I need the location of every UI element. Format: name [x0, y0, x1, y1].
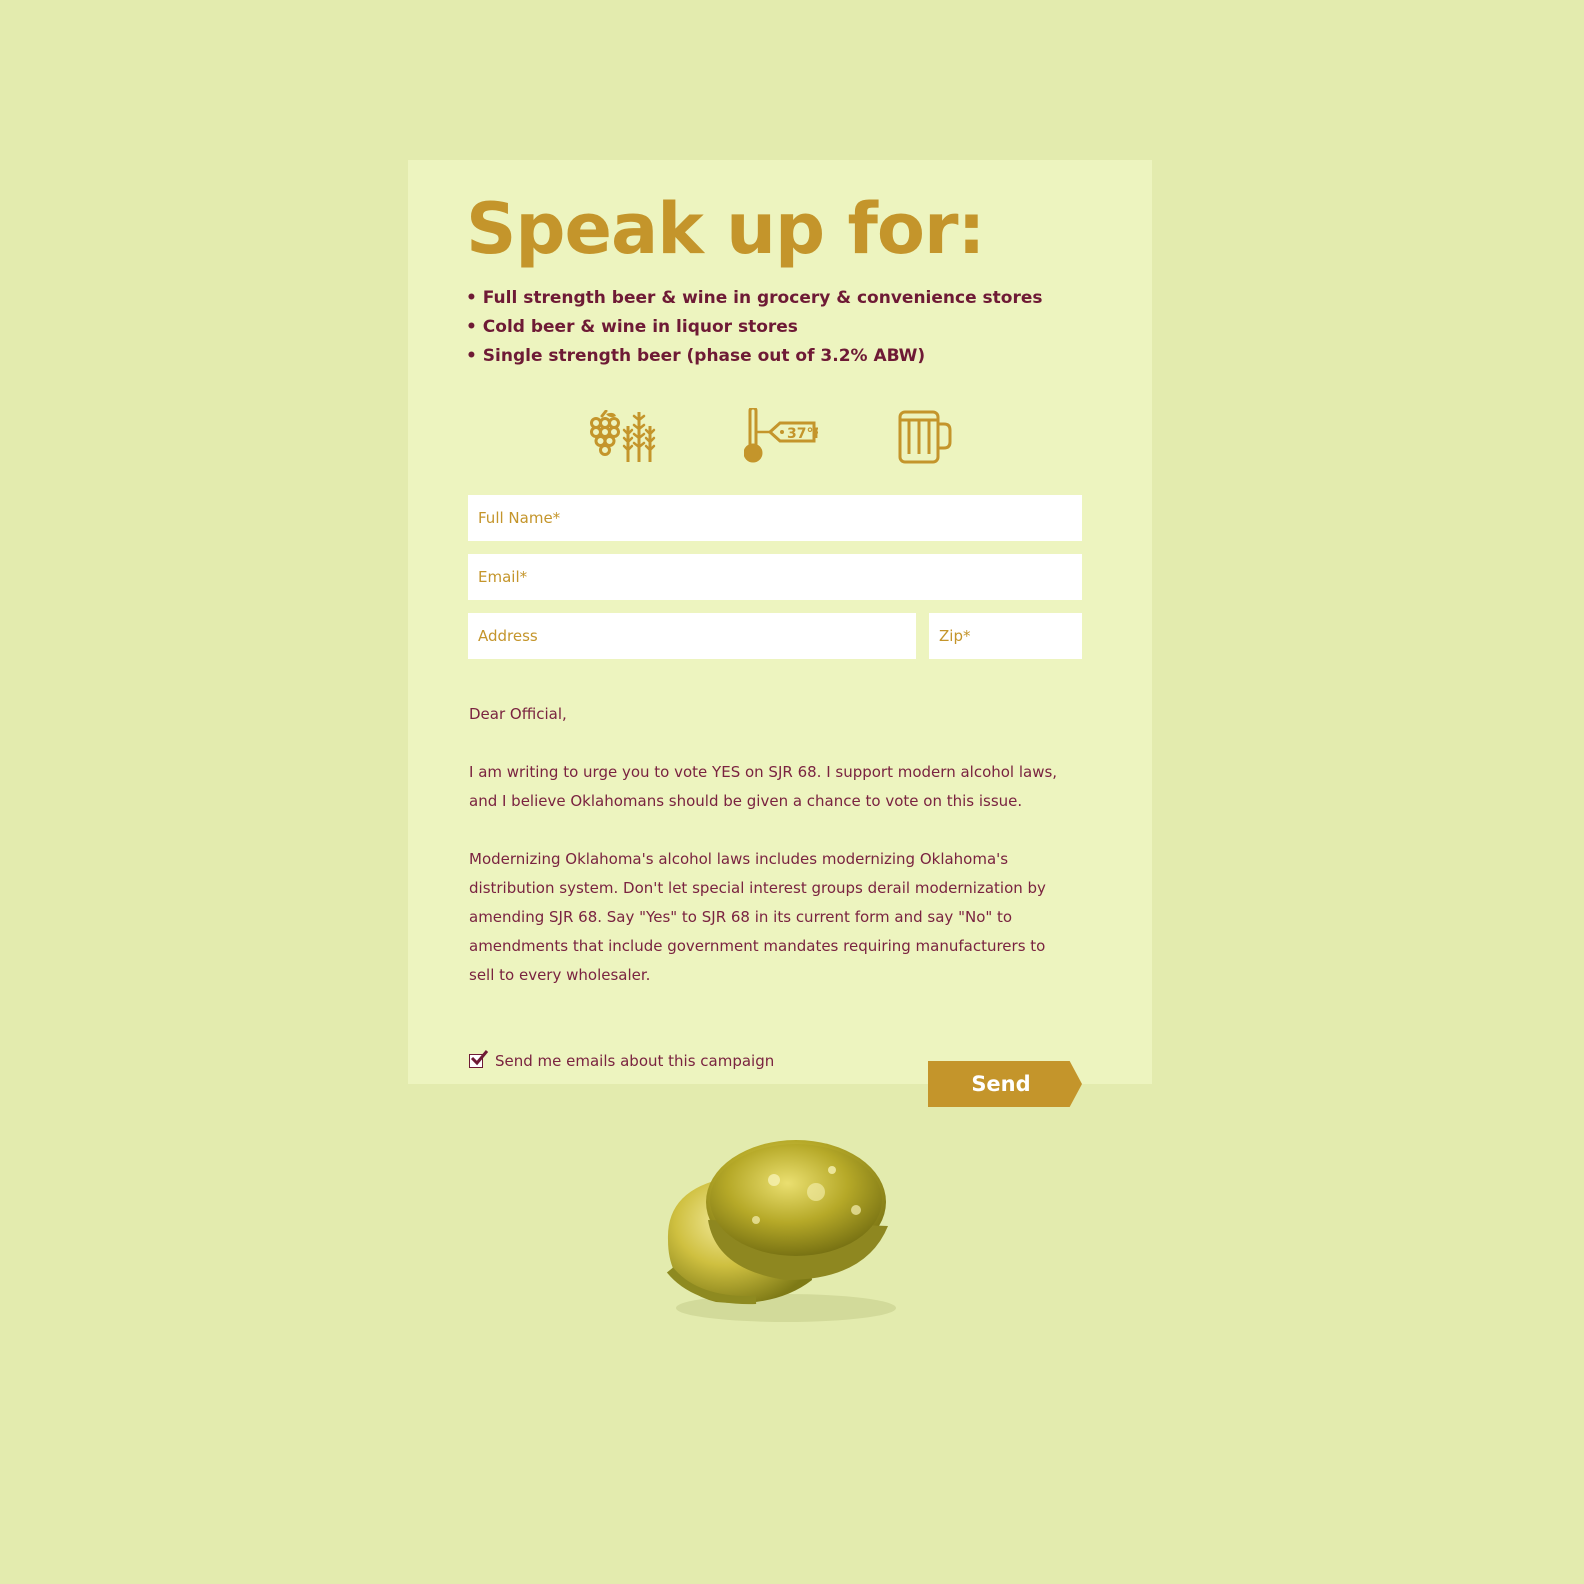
checkmark-icon	[470, 1050, 489, 1066]
email-field[interactable]	[468, 554, 1082, 600]
zip-field[interactable]	[929, 613, 1082, 659]
page-title: Speak up for:	[466, 188, 986, 270]
grapes-wheat-icon	[588, 410, 662, 464]
email-consent: Send me emails about this campaign	[469, 1050, 775, 1070]
letter-paragraph: Modernizing Oklahoma's alcohol laws incl…	[469, 850, 1046, 984]
beer-mug-icon	[898, 410, 954, 466]
email-consent-checkbox[interactable]	[469, 1050, 489, 1068]
address-field[interactable]	[468, 613, 916, 659]
thermometer-icon: 37°F	[744, 408, 818, 464]
send-button[interactable]: Send	[928, 1061, 1082, 1107]
email-consent-label: Send me emails about this campaign	[495, 1052, 775, 1070]
benefit-item: • Cold beer & wine in liquor stores	[466, 317, 798, 337]
benefit-item: • Single strength beer (phase out of 3.2…	[466, 346, 926, 366]
bottle-caps-image	[656, 1130, 916, 1335]
benefits-list: • Full strength beer & wine in grocery &…	[466, 284, 1043, 371]
letter-greeting: Dear Official,	[469, 705, 567, 723]
letter-paragraph: I am writing to urge you to vote YES on …	[469, 763, 1058, 810]
letter-body[interactable]: Dear Official, I am writing to urge you …	[469, 700, 1069, 1019]
benefit-item: • Full strength beer & wine in grocery &…	[466, 288, 1043, 308]
thermometer-tag-text: 37°F	[787, 426, 818, 442]
full-name-field[interactable]	[468, 495, 1082, 541]
